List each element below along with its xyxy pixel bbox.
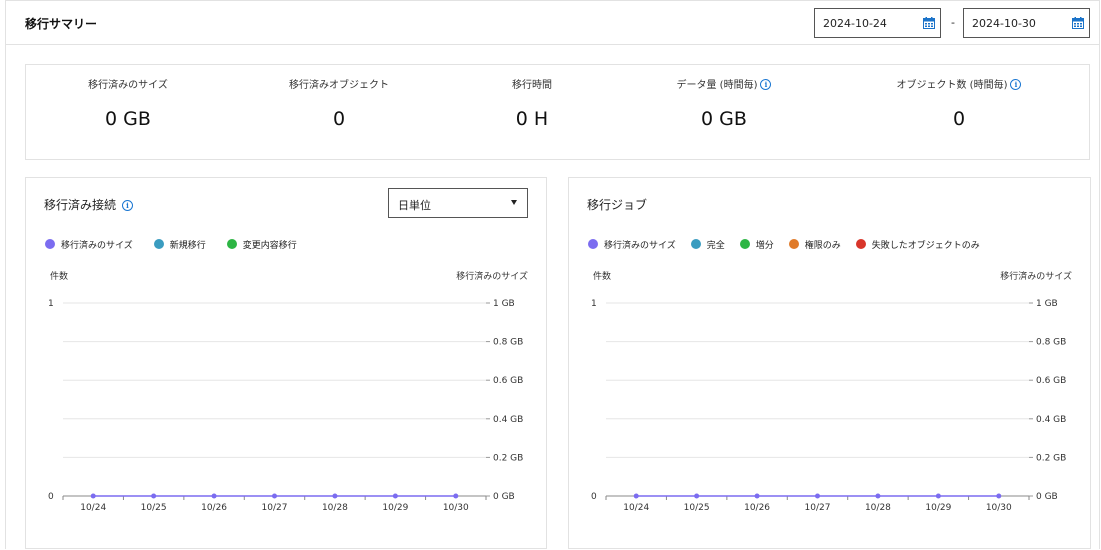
end-date-value: 2024-10-30	[972, 17, 1036, 30]
stat-label: オブジェクト数 (時間毎)	[896, 80, 1008, 91]
stat-value: 0 GB	[701, 108, 747, 130]
calendar-icon[interactable]	[923, 17, 935, 29]
x-axis-tick-label: 10/27	[262, 503, 288, 513]
data-point	[272, 493, 277, 499]
x-axis-tick-label: 10/24	[80, 503, 106, 513]
stat-value: 0	[332, 108, 346, 130]
data-point	[815, 493, 820, 499]
stat-label: データ量 (時間毎)	[676, 80, 758, 91]
right-axis-tick-label: 0.2 GB	[1036, 453, 1066, 463]
data-point	[935, 493, 941, 499]
x-axis-tick-label: 10/25	[684, 503, 710, 513]
right-axis-tick-label: 0.6 GB	[493, 376, 523, 386]
left-axis-tick-label: 1	[48, 299, 54, 309]
stat-migrated-objects: 移行済みオブジェクト 0	[239, 79, 439, 130]
data-point	[754, 493, 760, 499]
right-axis-tick-label: 0.4 GB	[1036, 415, 1066, 425]
x-axis-tick-label: 10/29	[925, 503, 951, 513]
jobs-chart: 0 GB 0.2 GB 0.4 GB 0.6 GB 0.8 GB 1 GB 0 1 10/24 1…	[591, 299, 1066, 513]
summary-stats-card: 移行済みのサイズ 0 GB 移行済みオブジェクト 0 移行時間 0 H データ量…	[25, 64, 1090, 160]
left-axis-tick-label: 0	[48, 492, 54, 502]
page-header: 移行サマリー 2024-10-24 - 2024-10-30	[6, 1, 1099, 45]
x-axis-tick-label: 10/26	[744, 503, 770, 513]
data-point	[211, 493, 217, 499]
right-axis-tick-label: 0.8 GB	[1036, 338, 1066, 348]
stat-label: 移行済みオブジェクト	[289, 80, 389, 91]
migrated-connections-panel: 移行済み接続 i 日単位 移行済みのサイズ 新規移行 変更内容移行 件数 移行済みのサ…	[25, 177, 547, 549]
data-point	[633, 493, 639, 499]
stat-migrated-size: 移行済みのサイズ 0 GB	[28, 79, 228, 130]
right-axis-tick-label: 1 GB	[1036, 299, 1058, 309]
stat-value: 0 GB	[105, 108, 151, 130]
migration-jobs-panel: 移行ジョブ 移行済みのサイズ 完全 増分 権限のみ 失敗したオブジェクトのみ 件数 移行…	[568, 177, 1091, 549]
stat-migration-time: 移行時間 0 H	[432, 79, 632, 130]
x-axis-tick-label: 10/29	[382, 503, 408, 513]
x-axis-tick-label: 10/30	[986, 503, 1012, 513]
stat-value: 0	[952, 108, 966, 130]
stat-objects-per-hour: オブジェクト数 (時間毎) i 0	[859, 79, 1059, 130]
data-point	[453, 493, 459, 499]
end-date-input[interactable]: 2024-10-30	[963, 8, 1090, 38]
data-point	[694, 493, 700, 499]
calendar-icon[interactable]	[1072, 17, 1084, 29]
left-axis-tick-label: 0	[591, 492, 597, 502]
data-point	[996, 493, 1002, 499]
data-point	[151, 493, 157, 499]
x-axis-tick-label: 10/26	[201, 503, 227, 513]
x-axis-tick-label: 10/27	[805, 503, 831, 513]
page-title: 移行サマリー	[25, 17, 98, 31]
right-axis-tick-label: 0 GB	[493, 492, 515, 502]
x-axis-tick-label: 10/28	[322, 503, 348, 513]
data-point	[392, 493, 398, 499]
right-axis-tick-label: 0.8 GB	[493, 338, 523, 348]
left-axis-tick-label: 1	[591, 299, 597, 309]
stat-value: 0 H	[515, 108, 549, 130]
info-icon[interactable]: i	[760, 79, 772, 90]
info-icon[interactable]: i	[1010, 79, 1022, 90]
right-axis-tick-label: 0.6 GB	[1036, 376, 1066, 386]
connections-chart: 0 GB 0.2 GB 0.4 GB 0.6 GB 0.8 GB 1 GB 0 1 10/24 1…	[48, 299, 523, 513]
right-axis-tick-label: 1 GB	[493, 299, 515, 309]
stat-label: 移行時間	[512, 80, 552, 91]
date-separator: -	[951, 16, 955, 29]
x-axis-tick-label: 10/25	[141, 503, 167, 513]
start-date-value: 2024-10-24	[823, 17, 887, 30]
data-point	[90, 493, 96, 499]
migration-summary-page: 移行サマリー 2024-10-24 - 2024-10-30 移行済みのサイズ …	[5, 0, 1100, 549]
x-axis-tick-label: 10/30	[443, 503, 469, 513]
data-point	[332, 493, 338, 499]
data-point	[875, 493, 881, 499]
x-axis-tick-label: 10/28	[865, 503, 891, 513]
x-axis-tick-label: 10/24	[623, 503, 649, 513]
right-axis-tick-label: 0 GB	[1036, 492, 1058, 502]
stat-data-per-hour: データ量 (時間毎) i 0 GB	[624, 79, 824, 130]
right-axis-tick-label: 0.2 GB	[493, 453, 523, 463]
start-date-input[interactable]: 2024-10-24	[814, 8, 941, 38]
stat-label: 移行済みのサイズ	[88, 80, 168, 91]
right-axis-tick-label: 0.4 GB	[493, 415, 523, 425]
